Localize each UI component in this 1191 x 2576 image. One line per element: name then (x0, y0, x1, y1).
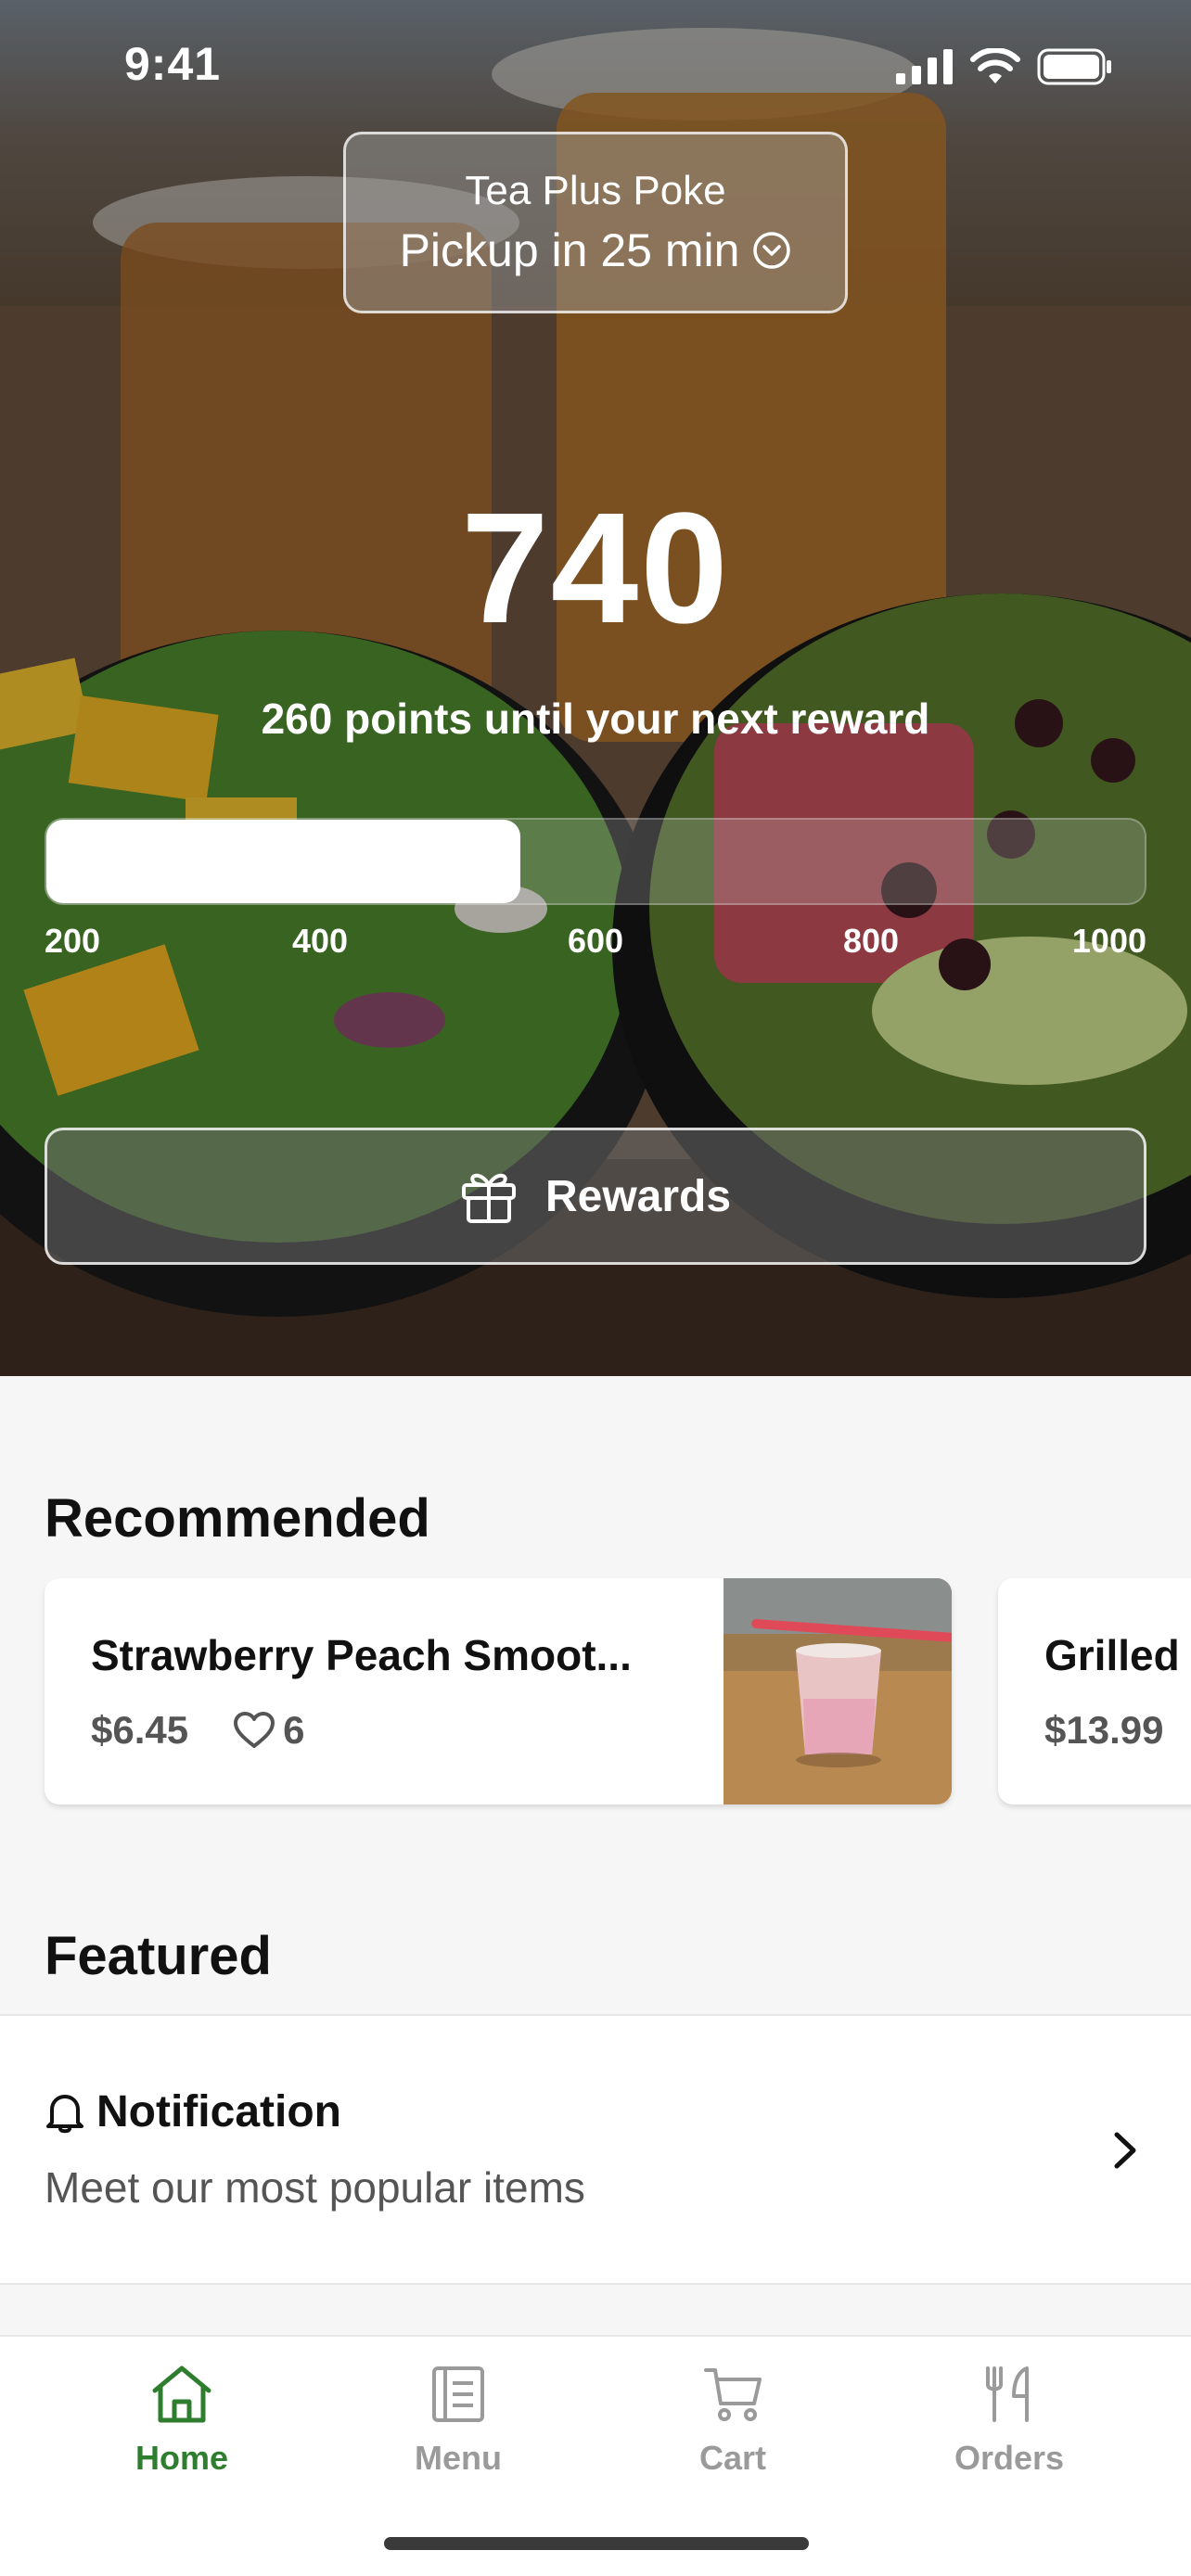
home-indicator (384, 2537, 809, 2550)
featured-notification-row[interactable]: Notification Meet our most popular items (0, 2014, 1191, 2285)
heart-icon (234, 1712, 275, 1748)
pickup-time-row: Pickup in 25 min (400, 223, 792, 277)
featured-title-row: Notification (45, 2086, 341, 2137)
status-time: 9:41 (124, 38, 222, 90)
cellular-signal-icon (896, 49, 953, 84)
points-until-reward: 260 points until your next reward (261, 695, 930, 743)
item-like-count: 6 (283, 1708, 305, 1752)
status-icons (896, 48, 1113, 85)
recommended-item-card[interactable]: Strawberry Peach Smoot... $6.45 6 (45, 1578, 952, 1804)
scale-label: 400 (291, 922, 349, 960)
item-meta: $6.45 6 (91, 1708, 304, 1753)
rewards-button[interactable]: Rewards (45, 1128, 1146, 1265)
featured-heading: Featured (45, 1926, 272, 1986)
tab-menu-label: Menu (415, 2439, 502, 2477)
rewards-progress-fill (46, 820, 521, 903)
chevron-down-circle-icon (753, 232, 791, 269)
item-name: Strawberry Peach Smoot... (91, 1631, 632, 1679)
tab-orders-label: Orders (954, 2439, 1065, 2477)
tab-menu[interactable]: Menu (365, 2365, 551, 2513)
menu-icon (432, 2366, 484, 2422)
home-icon (152, 2366, 211, 2423)
rewards-button-label: Rewards (544, 1171, 732, 1221)
tab-cart[interactable]: Cart (640, 2365, 826, 2513)
recommended-item-card[interactable]: Grilled $13.99 (998, 1578, 1191, 1804)
item-thumbnail (724, 1578, 952, 1804)
item-price: $6.45 (91, 1708, 189, 1752)
wifi-icon (970, 48, 1020, 83)
scale-label: 600 (567, 922, 624, 960)
points-balance: 740 (461, 480, 730, 657)
battery-icon (1037, 48, 1111, 85)
scale-label: 800 (842, 922, 900, 960)
store-name: Tea Plus Poke (465, 168, 726, 213)
bell-icon (46, 2094, 83, 2133)
tab-cart-label: Cart (698, 2439, 767, 2477)
scale-label: 200 (45, 922, 101, 960)
status-bar: 9:41 (0, 0, 1191, 139)
featured-item-subtitle: Meet our most popular items (45, 2163, 585, 2212)
featured-item-title: Notification (96, 2087, 341, 2136)
progress-scale-labels: 200 400 600 800 1000 (45, 922, 1146, 968)
item-meta: $13.99 (1044, 1708, 1163, 1753)
item-likes: 6 (233, 1708, 304, 1753)
tab-home-label: Home (134, 2439, 229, 2477)
orders-icon (986, 2366, 1029, 2422)
rewards-progress-bar (45, 818, 1146, 905)
tab-home[interactable]: Home (89, 2365, 275, 2513)
cart-icon (704, 2368, 762, 2421)
gift-icon (461, 1173, 516, 1223)
tab-orders[interactable]: Orders (916, 2365, 1102, 2513)
item-price: $13.99 (1044, 1708, 1164, 1752)
item-name: Grilled (1044, 1631, 1180, 1679)
chevron-right-icon (1114, 2132, 1136, 2169)
pickup-location-selector[interactable]: Tea Plus Poke Pickup in 25 min (343, 132, 848, 313)
recommended-heading: Recommended (45, 1488, 430, 1549)
pickup-time-text: Pickup in 25 min (399, 224, 740, 276)
scale-label: 1000 (1071, 922, 1146, 960)
